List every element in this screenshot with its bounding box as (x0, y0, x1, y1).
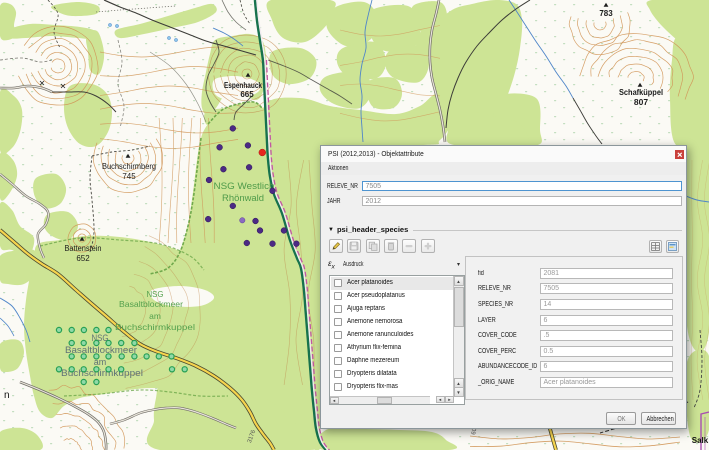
svg-text:Schafküppel: Schafküppel (619, 87, 663, 97)
svg-text:NSG: NSG (147, 289, 164, 299)
svg-text:665: 665 (240, 90, 254, 99)
svg-text:783: 783 (599, 9, 613, 18)
svg-text:807: 807 (634, 97, 648, 107)
svg-text:Basaltblockmeer: Basaltblockmeer (65, 345, 137, 355)
svg-text:n: n (4, 390, 10, 401)
svg-text:Espenhauck: Espenhauck (224, 81, 262, 90)
svg-text:Salk: Salk (692, 436, 709, 445)
svg-text:Buchschirmkuppel: Buchschirmkuppel (115, 322, 195, 332)
svg-text:745: 745 (122, 172, 136, 181)
svg-text:Battenstein: Battenstein (65, 244, 102, 253)
svg-text:Basaltblockmeer: Basaltblockmeer (119, 299, 183, 309)
svg-text:652: 652 (76, 254, 90, 263)
svg-text:NSG Westlich: NSG Westlich (214, 181, 275, 191)
svg-text:Buchschirmberg: Buchschirmberg (102, 162, 156, 171)
svg-text:Rhönwald: Rhönwald (222, 193, 264, 203)
svg-text:am: am (149, 311, 161, 321)
